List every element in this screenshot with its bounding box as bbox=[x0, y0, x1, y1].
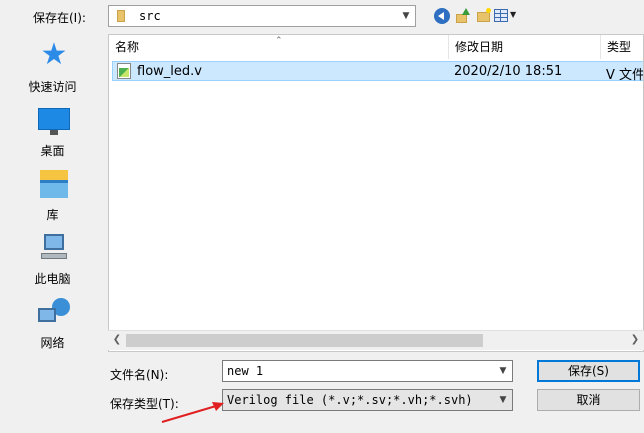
library-icon bbox=[38, 170, 70, 200]
network-icon bbox=[38, 298, 70, 328]
filename-input[interactable]: new 1 ▼ bbox=[222, 360, 513, 382]
back-arrow-icon[interactable] bbox=[434, 8, 450, 24]
up-folder-icon[interactable] bbox=[455, 8, 471, 24]
view-menu-icon[interactable] bbox=[494, 9, 508, 22]
save-in-dropdown[interactable]: src ▼ bbox=[108, 5, 416, 27]
save-in-value: src bbox=[139, 9, 161, 23]
view-menu-chevron-icon[interactable]: ▼ bbox=[510, 10, 516, 19]
pc-icon bbox=[38, 234, 70, 264]
sidebar-item-network[interactable]: 网络 bbox=[5, 294, 100, 356]
sidebar-item-this-pc[interactable]: 此电脑 bbox=[5, 230, 100, 292]
sort-up-icon: ⌃ bbox=[275, 36, 283, 46]
file-date-cell: 2020/2/10 18:51 bbox=[454, 64, 563, 79]
column-header-label: 名称 bbox=[115, 40, 140, 54]
column-header-type[interactable]: 类型 bbox=[601, 35, 643, 59]
column-header-label: 修改日期 bbox=[455, 40, 504, 54]
column-header-label: 类型 bbox=[607, 40, 632, 54]
file-type-cell: V 文件 bbox=[606, 68, 644, 83]
cancel-button[interactable]: 取消 bbox=[537, 389, 640, 411]
sidebar-item-label: 快速访问 bbox=[28, 80, 77, 94]
file-name-cell: flow_led.v bbox=[137, 64, 202, 79]
sidebar-item-desktop[interactable]: 桌面 bbox=[5, 102, 100, 164]
horizontal-scrollbar[interactable]: ❮ ❯ bbox=[108, 330, 644, 350]
sidebar-item-label: 桌面 bbox=[40, 144, 65, 158]
chevron-down-icon[interactable]: ▼ bbox=[397, 6, 415, 26]
monitor-icon bbox=[38, 106, 70, 136]
star-icon: ★ bbox=[40, 37, 68, 72]
column-header-date[interactable]: 修改日期 bbox=[449, 35, 601, 59]
sidebar-item-label: 库 bbox=[46, 208, 59, 222]
sidebar-item-quick-access[interactable]: ★ 快速访问 bbox=[5, 38, 100, 100]
filename-value: new 1 bbox=[227, 364, 264, 378]
sidebar-item-library[interactable]: 库 bbox=[5, 166, 100, 228]
chevron-down-icon[interactable]: ▼ bbox=[494, 361, 512, 381]
scroll-left-icon[interactable]: ❮ bbox=[110, 333, 124, 347]
folder-icon bbox=[117, 10, 125, 22]
scroll-right-icon[interactable]: ❯ bbox=[628, 333, 642, 347]
chevron-down-icon[interactable]: ▼ bbox=[494, 390, 512, 410]
filename-label: 文件名(N): bbox=[110, 368, 169, 382]
file-list[interactable]: 名称 ⌃ 修改日期 类型 flow_led.v 2020/2/10 18:51 … bbox=[108, 34, 644, 352]
red-arrow-icon bbox=[161, 402, 224, 423]
table-row[interactable]: flow_led.v 2020/2/10 18:51 V 文件 bbox=[112, 61, 644, 83]
filetype-select[interactable]: Verilog file (*.v;*.sv;*.vh;*.svh) ▼ bbox=[222, 389, 513, 411]
save-button[interactable]: 保存(S) bbox=[537, 360, 640, 382]
sidebar-item-label: 此电脑 bbox=[34, 272, 71, 286]
column-header-name[interactable]: 名称 ⌃ bbox=[109, 35, 449, 59]
scrollbar-thumb[interactable] bbox=[126, 334, 483, 347]
verilog-file-icon bbox=[117, 63, 131, 79]
filetype-value: Verilog file (*.v;*.sv;*.vh;*.svh) bbox=[227, 393, 473, 407]
save-in-label: 保存在(I): bbox=[33, 11, 86, 25]
new-folder-icon[interactable] bbox=[476, 8, 492, 24]
sidebar-item-label: 网络 bbox=[40, 336, 65, 350]
